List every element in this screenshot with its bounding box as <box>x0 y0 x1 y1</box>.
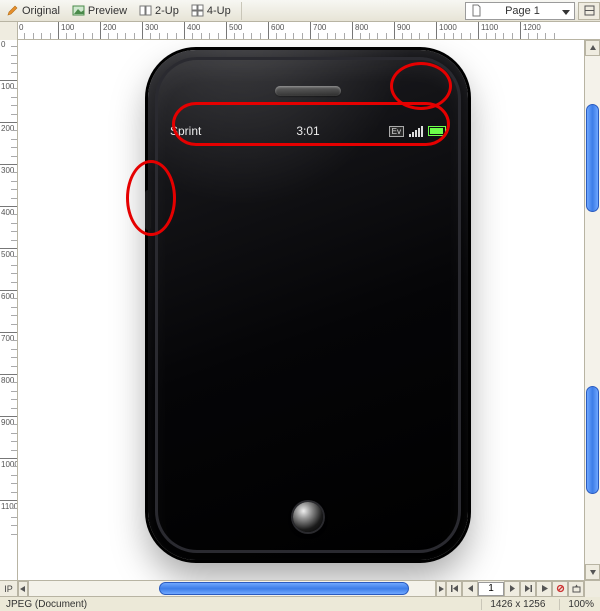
next-icon <box>508 584 517 593</box>
page-icon <box>470 4 483 17</box>
phone-earpiece <box>275 86 341 96</box>
vertical-scroll-track[interactable] <box>585 56 600 564</box>
phone-clock: 3:01 <box>170 124 446 138</box>
horizontal-scroll-track[interactable] <box>28 581 436 596</box>
chevron-left-icon <box>19 585 27 593</box>
frame-nav-controls <box>446 581 584 596</box>
nav-stop-button[interactable] <box>552 581 568 597</box>
image-icon <box>72 4 85 17</box>
view-2up-button[interactable]: 2-Up <box>133 2 185 19</box>
bottom-controls: IP <box>0 580 600 596</box>
phone-home-button <box>293 502 323 532</box>
nav-last-button[interactable] <box>520 581 536 597</box>
first-icon <box>450 584 459 593</box>
view-original-label: Original <box>22 5 60 17</box>
nav-prev-button[interactable] <box>462 581 478 597</box>
play-icon <box>540 584 549 593</box>
status-bar: JPEG (Document) 1426 x 1256 100% <box>0 596 600 611</box>
chevron-right-icon <box>437 585 445 593</box>
options-icon <box>583 4 596 17</box>
view-toolbar: Original Preview 2-Up 4-Up Page 1 <box>0 0 600 22</box>
nav-page-input[interactable] <box>478 582 504 596</box>
scrollbar-corner <box>584 581 600 597</box>
status-doctype: JPEG (Document) <box>6 599 87 610</box>
ruler-corner <box>0 22 18 40</box>
four-up-icon <box>191 4 204 17</box>
view-preview-button[interactable]: Preview <box>66 2 133 19</box>
toolbar-separator <box>241 2 247 20</box>
pencil-icon <box>6 4 19 17</box>
chevron-down-icon <box>589 568 597 576</box>
page-selector-label: Page 1 <box>505 5 540 17</box>
view-original-button[interactable]: Original <box>0 2 66 19</box>
prev-icon <box>466 584 475 593</box>
nav-next-button[interactable] <box>504 581 520 597</box>
document-canvas[interactable]: Sprint 3:01 Ev <box>18 40 584 580</box>
vertical-scroll-thumb[interactable] <box>586 104 599 212</box>
phone-side-button <box>145 190 151 230</box>
scroll-left-button[interactable] <box>18 581 28 597</box>
scroll-right-button[interactable] <box>436 581 446 597</box>
phone-mockup: Sprint 3:01 Ev <box>148 50 468 560</box>
horizontal-scroll-thumb[interactable] <box>159 582 409 595</box>
nav-first-button[interactable] <box>446 581 462 597</box>
horizontal-ruler[interactable]: 0100200300400500600700800900100011001200 <box>18 22 600 39</box>
stop-icon <box>556 584 565 593</box>
ruler-row: 0100200300400500600700800900100011001200 <box>0 22 600 40</box>
export-icon <box>572 584 581 593</box>
battery-icon <box>428 126 446 136</box>
status-zoom[interactable]: 100% <box>559 599 594 610</box>
vertical-ruler[interactable]: 010020030040050060070080090010001100 <box>0 40 18 580</box>
toolbar-settings-button[interactable] <box>578 2 600 20</box>
nav-export-button[interactable] <box>568 581 584 597</box>
view-preview-label: Preview <box>88 5 127 17</box>
chevron-up-icon <box>589 44 597 52</box>
bottom-left-label: IP <box>0 581 18 596</box>
nav-play-button[interactable] <box>536 581 552 597</box>
status-dimensions: 1426 x 1256 <box>481 599 545 610</box>
scroll-up-button[interactable] <box>585 40 600 56</box>
scroll-down-button[interactable] <box>585 564 600 580</box>
phone-status-bar: Sprint 3:01 Ev <box>170 120 446 142</box>
vertical-scrollbar[interactable] <box>584 40 600 580</box>
last-icon <box>524 584 533 593</box>
page-selector-dropdown[interactable]: Page 1 <box>465 2 575 20</box>
view-4up-label: 4-Up <box>207 5 231 17</box>
view-2up-label: 2-Up <box>155 5 179 17</box>
two-up-icon <box>139 4 152 17</box>
vertical-scroll-thumb[interactable] <box>586 386 599 494</box>
chevron-down-icon <box>562 7 570 15</box>
view-4up-button[interactable]: 4-Up <box>185 2 237 19</box>
